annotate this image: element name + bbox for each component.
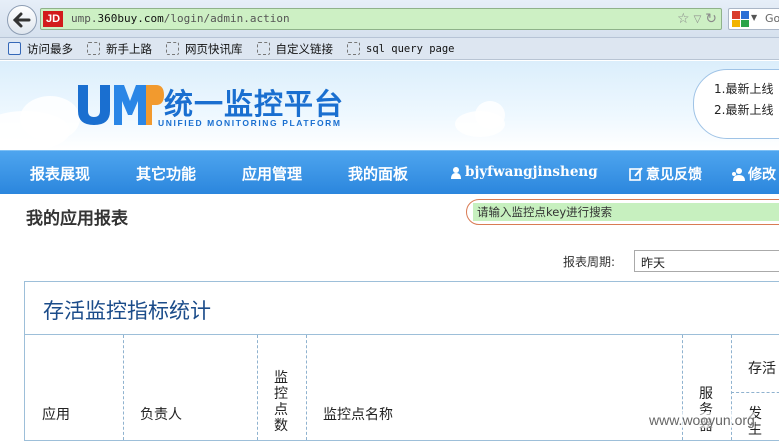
column-divider <box>257 335 258 440</box>
address-bar[interactable]: JD ump.360buy.com/login/admin.action ☆ ▽… <box>40 8 722 30</box>
col-header-app: 应用 <box>42 407 70 423</box>
search-engine-label: Go <box>765 12 779 25</box>
watermark: www.wooyun.org <box>649 412 755 428</box>
edit-icon <box>629 167 643 181</box>
browser-search-box[interactable]: ▼ Go <box>728 8 779 30</box>
back-button[interactable] <box>7 5 37 35</box>
dropdown-arrow-icon[interactable]: ▽ <box>694 14 702 25</box>
bookmarks-toolbar: 访问最多 新手上路 网页快讯库 自定义链接 sql query page <box>0 38 779 60</box>
cloud-decoration <box>475 101 505 129</box>
reload-icon[interactable]: ↻ <box>705 11 717 27</box>
notice-item[interactable]: 1.最新上线 <box>714 79 773 100</box>
bookmark-icon <box>87 42 100 55</box>
col-header-point-count: 监控点数 <box>274 370 288 434</box>
nav-feedback[interactable]: 意见反馈 <box>629 164 702 184</box>
page-title: 我的应用报表 <box>26 209 128 229</box>
notice-item[interactable]: 2.最新上线 <box>714 100 773 121</box>
nav-item-my-panel[interactable]: 我的面板 <box>348 163 408 184</box>
bookmark-icon <box>256 42 270 55</box>
cloud-decoration <box>20 96 80 141</box>
site-favicon: JD <box>43 11 63 27</box>
logo-title: 统一监控平台 <box>164 87 345 121</box>
key-search-box <box>466 199 779 225</box>
back-arrow-icon <box>13 12 31 28</box>
bookmark-custom-links[interactable]: 自定义链接 <box>256 41 333 57</box>
star-icon[interactable]: ☆ <box>677 11 690 27</box>
col-header-point-name: 监控点名称 <box>323 407 393 423</box>
google-icon <box>732 11 749 27</box>
nav-edit-profile[interactable]: 修改 <box>731 164 776 184</box>
bookmark-sql-query-page[interactable]: sql query page <box>347 42 455 55</box>
ump-logo-icon <box>78 85 164 125</box>
site-header: 统一监控平台 UNIFIED MONITORING PLATFORM 1.最新上… <box>0 61 779 150</box>
bookmark-getting-started[interactable]: 新手上路 <box>87 41 152 57</box>
bookmark-icon <box>166 42 179 55</box>
col-header-owner: 负责人 <box>140 407 182 423</box>
bookmark-web-slice[interactable]: 网页快讯库 <box>166 41 243 57</box>
bookmark-most-visited[interactable]: 访问最多 <box>8 41 73 57</box>
bookmark-folder-icon <box>8 42 21 55</box>
url-text: ump.360buy.com/login/admin.action <box>71 12 290 25</box>
panel-title: 存活监控指标统计 <box>43 299 211 323</box>
column-divider <box>123 335 124 440</box>
key-search-input[interactable] <box>473 203 779 221</box>
nav-item-app-manage[interactable]: 应用管理 <box>242 163 302 184</box>
search-dropdown-icon[interactable]: ▼ <box>751 13 757 22</box>
user-icon <box>451 166 461 179</box>
period-select[interactable]: 昨天 <box>634 250 779 272</box>
logo-subtitle: UNIFIED MONITORING PLATFORM <box>158 118 342 128</box>
bookmark-icon <box>347 42 360 55</box>
browser-toolbar: JD ump.360buy.com/login/admin.action ☆ ▽… <box>0 0 779 38</box>
user-settings-icon <box>732 168 745 181</box>
nav-item-other[interactable]: 其它功能 <box>136 163 196 184</box>
nav-user[interactable]: bjyfwangjinsheng <box>450 164 598 180</box>
main-nav: 报表展现 其它功能 应用管理 我的面板 bjyfwangjinsheng 意见反… <box>0 150 779 194</box>
panel-divider <box>25 334 779 335</box>
column-divider <box>306 335 307 440</box>
row-divider <box>731 392 779 393</box>
nav-item-reports[interactable]: 报表展现 <box>30 163 90 184</box>
period-label: 报表周期: <box>563 255 616 269</box>
notice-list: 1.最新上线 2.最新上线 <box>714 79 773 121</box>
col-header-alive: 存活 <box>748 361 776 377</box>
